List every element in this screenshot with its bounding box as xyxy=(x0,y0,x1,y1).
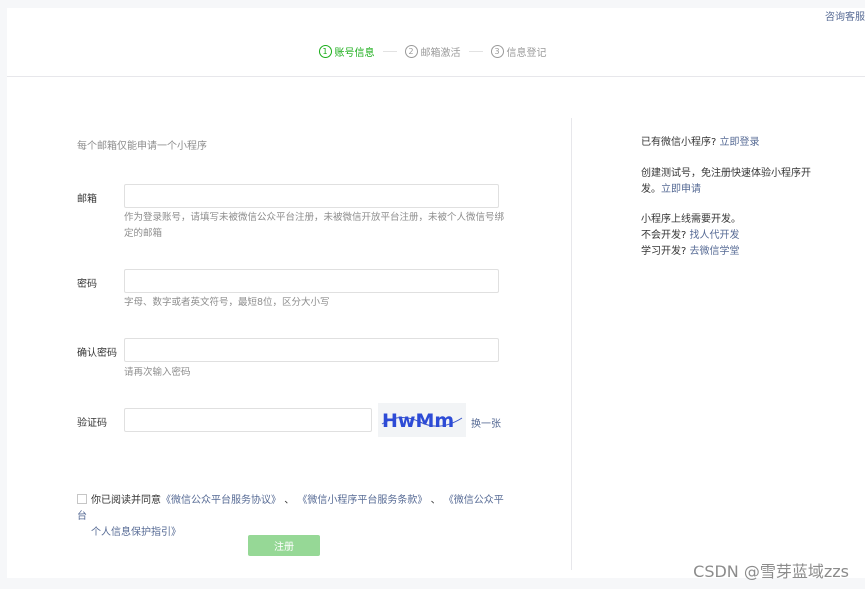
wechat-academy-link[interactable]: 去微信学堂 xyxy=(690,246,740,257)
login-prompt: 已有微信小程序? 立即登录 xyxy=(641,135,811,151)
development-prompt: 小程序上线需要开发。 不会开发? 找人代开发 学习开发? 去微信学堂 xyxy=(641,212,811,260)
test-account-link[interactable]: 立即申请 xyxy=(661,184,701,195)
step-label: 信息登记 xyxy=(506,48,547,59)
find-developer-link[interactable]: 找人代开发 xyxy=(690,230,740,241)
step-account-info: 1 账号信息 xyxy=(318,44,375,59)
email-field[interactable] xyxy=(124,184,499,208)
step-number-icon: 1 xyxy=(318,45,332,58)
watermark: CSDN @雪芽蓝域zzs xyxy=(693,562,849,581)
form-intro: 每个邮箱仅能申请一个小程序 xyxy=(77,141,207,152)
service-terms-link[interactable]: 《微信小程序平台服务条款》 xyxy=(297,495,427,506)
dev-line: 小程序上线需要开发。 xyxy=(641,214,741,225)
consult-service-link[interactable]: 咨询客服 xyxy=(825,8,865,23)
step-email-activation: 2 邮箱激活 xyxy=(404,44,461,59)
refresh-captcha-link[interactable]: 换一张 xyxy=(471,415,501,430)
agreement-prefix: 你已阅读并同意 xyxy=(91,495,161,506)
step-divider xyxy=(382,51,397,52)
step-info-registration: 3 信息登记 xyxy=(490,44,547,59)
captcha-field[interactable] xyxy=(124,408,372,432)
step-label: 邮箱激活 xyxy=(420,48,461,59)
captcha-image[interactable]: HwMm xyxy=(378,403,466,437)
agreement-separator: 、 xyxy=(430,495,441,506)
agreement-separator: 、 xyxy=(284,495,295,506)
header-divider xyxy=(7,76,865,77)
password-field[interactable] xyxy=(124,269,499,293)
confirm-password-hint: 请再次输入密码 xyxy=(124,367,191,378)
dev-line: 不会开发? 找人代开发 xyxy=(641,228,811,244)
login-link[interactable]: 立即登录 xyxy=(720,137,760,148)
step-number-icon: 2 xyxy=(404,45,418,58)
step-number-icon: 3 xyxy=(490,45,504,58)
confirm-password-label: 确认密码 xyxy=(77,348,117,359)
captcha-label: 验证码 xyxy=(77,418,107,429)
password-label: 密码 xyxy=(77,279,97,290)
step-label: 账号信息 xyxy=(334,48,375,59)
email-label: 邮箱 xyxy=(77,194,97,205)
captcha-graphic: HwMm xyxy=(381,410,463,432)
column-divider xyxy=(571,118,572,570)
login-prompt-text: 已有微信小程序? xyxy=(641,137,717,148)
captcha-text: HwMm xyxy=(382,410,454,432)
register-button[interactable]: 注册 xyxy=(248,535,320,556)
agreement: 你已阅读并同意《微信公众平台服务协议》 、 《微信小程序平台服务条款》 、 《微… xyxy=(77,493,507,541)
step-divider xyxy=(468,51,483,52)
service-agreement-link[interactable]: 《微信公众平台服务协议》 xyxy=(161,495,281,506)
agreement-checkbox[interactable] xyxy=(77,494,87,504)
password-hint: 字母、数字或者英文符号，最短8位，区分大小写 xyxy=(124,297,330,308)
dev-line: 学习开发? 去微信学堂 xyxy=(641,244,811,260)
confirm-password-field[interactable] xyxy=(124,338,499,362)
email-hint: 作为登录账号，请填写未被微信公众平台注册，未被微信开放平台注册，未被个人微信号绑… xyxy=(124,212,505,239)
registration-steps: 1 账号信息 2 邮箱激活 3 信息登记 xyxy=(0,44,865,59)
dev-prompt: 学习开发? xyxy=(641,246,687,257)
test-account-prompt: 创建测试号，免注册快速体验小程序开发。立即申请 xyxy=(641,166,811,198)
dev-prompt: 不会开发? xyxy=(641,230,687,241)
